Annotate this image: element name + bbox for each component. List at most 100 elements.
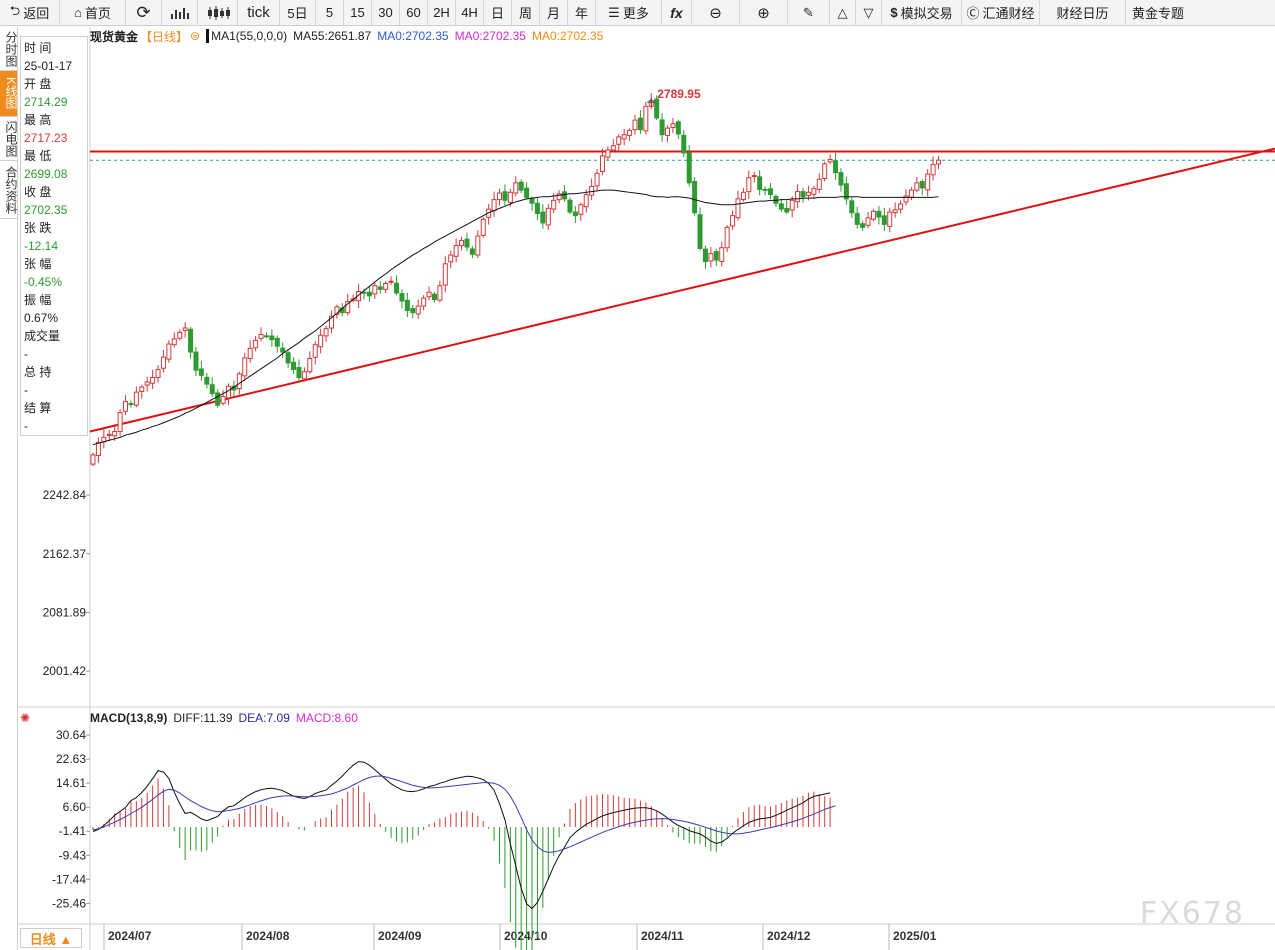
low-label: 最 低 bbox=[24, 149, 52, 163]
candle-down bbox=[431, 293, 437, 301]
candle-down bbox=[198, 368, 204, 376]
ma0-value-pink: MA0:2702.35 bbox=[454, 29, 526, 43]
candle-up bbox=[312, 344, 318, 358]
candle-up bbox=[415, 305, 421, 315]
candle-up bbox=[253, 339, 259, 349]
candle-up bbox=[117, 412, 123, 433]
candle-down bbox=[800, 191, 806, 198]
candle-up bbox=[491, 199, 497, 211]
symbol-name: 现货黄金 bbox=[90, 29, 139, 44]
candle-down bbox=[919, 181, 925, 189]
price-tick-label: 2001.42 bbox=[43, 664, 87, 678]
settle-value: - bbox=[24, 419, 28, 433]
ma0-value-orange: MA0:2702.35 bbox=[531, 29, 604, 43]
candle-up bbox=[258, 334, 264, 339]
quote-info-panel: 时 间 25-01-17 开 盘 2714.29 最 高 2717.23 最 低… bbox=[20, 36, 88, 436]
close-label: 收 盘 bbox=[24, 185, 52, 199]
candle-down bbox=[394, 282, 400, 294]
settings-icon[interactable]: ⊜ bbox=[190, 29, 200, 43]
candle-down bbox=[193, 351, 199, 371]
candle-up bbox=[507, 191, 513, 203]
open-value: 2714.29 bbox=[24, 95, 68, 109]
dea-value: DEA:7.09 bbox=[238, 711, 290, 725]
macd-tick-label: 30.64 bbox=[56, 728, 86, 742]
amplitude-value: 0.67% bbox=[24, 311, 59, 325]
date-label: 2025/01 bbox=[893, 929, 937, 943]
candle-up bbox=[453, 245, 459, 257]
candle-down bbox=[702, 248, 708, 263]
candle-up bbox=[301, 371, 307, 380]
candle-down bbox=[778, 203, 784, 210]
candle-down bbox=[713, 251, 719, 261]
ma0-value-blue: MA0:2702.35 bbox=[377, 29, 449, 43]
candle-up bbox=[594, 172, 600, 187]
candle-up bbox=[724, 226, 730, 249]
candle-down bbox=[296, 367, 302, 379]
candle-down bbox=[377, 286, 383, 290]
date-label: 2024/12 bbox=[767, 929, 811, 943]
candle-up bbox=[627, 129, 633, 136]
price-tick-label: 2242.84 bbox=[43, 488, 87, 502]
candle-up bbox=[242, 357, 248, 377]
candle-up bbox=[789, 199, 795, 211]
volume-value: - bbox=[24, 347, 28, 361]
period-label: 【日线】 bbox=[140, 29, 189, 44]
candle-up bbox=[719, 247, 725, 262]
volume-label: 成交量 bbox=[24, 329, 61, 343]
candle-up bbox=[730, 215, 736, 227]
candle-up bbox=[247, 347, 253, 360]
candle-up bbox=[746, 177, 752, 193]
candle-up bbox=[437, 285, 443, 301]
timeframe-selector[interactable]: 日线 ▲ bbox=[20, 928, 82, 948]
candle-up bbox=[226, 385, 231, 399]
date-label: 2024/08 bbox=[246, 929, 290, 943]
candle-down bbox=[681, 134, 687, 154]
candle-up bbox=[914, 182, 920, 191]
candle-up bbox=[735, 198, 741, 219]
candle-up bbox=[182, 327, 188, 331]
candle-down bbox=[502, 191, 508, 201]
open-interest-value: - bbox=[24, 383, 28, 397]
candle-down bbox=[833, 160, 839, 174]
candle-down bbox=[469, 248, 475, 255]
date-label: 2024/11 bbox=[641, 929, 684, 943]
candle-up bbox=[827, 158, 833, 163]
candle-up bbox=[621, 134, 627, 140]
candle-up bbox=[220, 396, 226, 404]
candle-down bbox=[274, 337, 280, 347]
ma55-line bbox=[92, 189, 939, 446]
candle-up bbox=[898, 203, 904, 210]
price-chart[interactable]: 2242.84 2162.37 2081.89 2001.42 30.64 22.63 14… bbox=[0, 0, 1275, 950]
candle-down bbox=[534, 202, 540, 214]
candle-down bbox=[860, 223, 866, 228]
time-label: 时 间 bbox=[24, 41, 52, 55]
candle-down bbox=[269, 335, 275, 341]
candle-down bbox=[215, 392, 221, 406]
candle-up bbox=[112, 431, 118, 437]
candle-down bbox=[567, 199, 573, 213]
candle-down bbox=[562, 191, 568, 200]
candle-down bbox=[209, 384, 215, 395]
date-label: 2024/09 bbox=[378, 929, 422, 943]
ma-params[interactable]: MA1(55,0,0,0) bbox=[206, 29, 287, 43]
ma55-value: MA55:2651.87 bbox=[293, 29, 372, 43]
settle-label: 结 算 bbox=[24, 401, 52, 415]
candle-up bbox=[160, 356, 166, 369]
candle-down bbox=[204, 376, 210, 385]
candle-down bbox=[280, 347, 286, 353]
macd-settings-icon[interactable]: ✺ bbox=[20, 711, 30, 725]
amplitude-label: 振 幅 bbox=[24, 293, 52, 307]
candle-down bbox=[838, 172, 844, 186]
candle-up bbox=[751, 175, 757, 178]
candle-up bbox=[95, 441, 101, 457]
macd-tick-label: -9.43 bbox=[59, 848, 87, 862]
candle-up bbox=[442, 263, 448, 286]
candle-down bbox=[524, 187, 530, 198]
candle-up bbox=[811, 188, 817, 195]
candle-up bbox=[583, 194, 589, 208]
candle-up bbox=[822, 163, 828, 180]
candle-up bbox=[480, 218, 486, 236]
candle-down bbox=[410, 307, 416, 314]
candle-down bbox=[854, 212, 860, 225]
candle-up bbox=[930, 164, 936, 176]
